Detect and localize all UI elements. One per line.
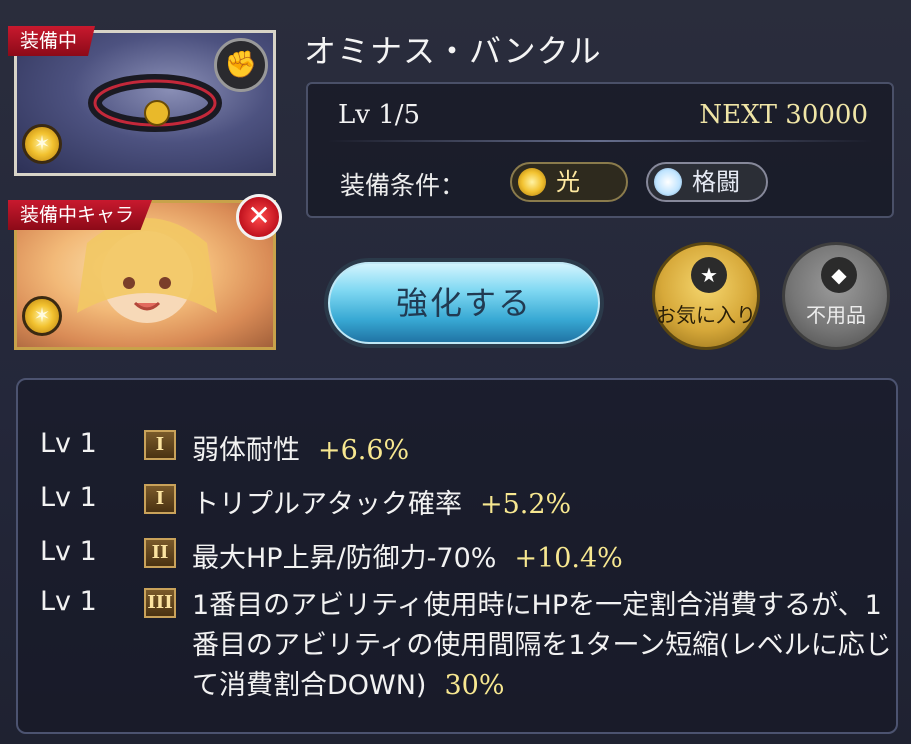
favorite-label: お気に入り <box>656 303 756 327</box>
equipped-ribbon: 装備中 <box>8 26 96 56</box>
divider <box>328 140 872 142</box>
skills-panel: Lv 1 I 弱体耐性 +6.6% Lv 1 I トリプルアタック確率 +5.2% … <box>16 378 898 734</box>
upgrade-button[interactable]: 強化する <box>324 258 604 348</box>
light-element-icon <box>518 168 546 196</box>
light-element-icon <box>22 124 62 164</box>
junk-button[interactable]: ◆ 不用品 <box>782 242 890 350</box>
star-icon: ★ <box>691 257 727 293</box>
fist-icon: ✊ <box>214 38 268 92</box>
junk-icon: ◆ <box>821 257 857 293</box>
light-element-icon <box>22 296 62 336</box>
item-stats-panel: Lv 1/5 NEXT 30000 装備条件： 光 格闘 <box>306 82 894 218</box>
level-row: Lv 1/5 NEXT 30000 <box>338 100 868 136</box>
rank-badge: III <box>144 588 176 618</box>
equipped-character-ribbon: 装備中キャラ <box>8 200 153 230</box>
junk-label: 不用品 <box>806 303 866 327</box>
upgrade-button-label: 強化する <box>395 284 532 322</box>
rank-badge: I <box>144 484 176 514</box>
level-text: Lv 1/5 <box>338 100 421 130</box>
close-icon[interactable]: ✕ <box>236 194 282 240</box>
condition-label: 装備条件： <box>340 171 466 200</box>
next-exp: NEXT 30000 <box>699 100 868 130</box>
item-name: オミナス・バンクル <box>304 32 602 70</box>
fist-weapon-icon <box>654 168 682 196</box>
condition-fist: 格闘 <box>646 162 768 202</box>
condition-light: 光 <box>510 162 628 202</box>
favorite-button[interactable]: ★ お気に入り <box>652 242 760 350</box>
rank-badge: II <box>144 538 176 568</box>
rank-badge: I <box>144 430 176 460</box>
